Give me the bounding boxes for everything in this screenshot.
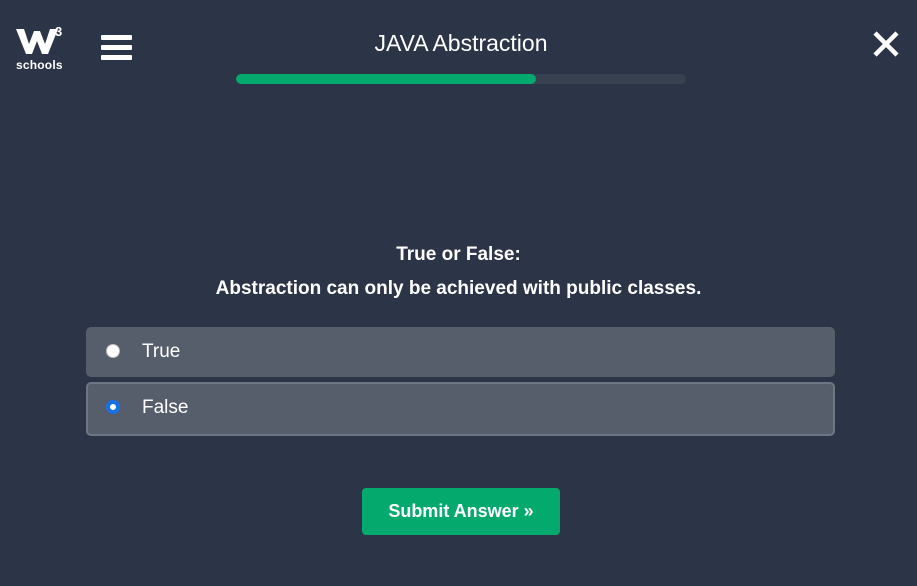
answer-option-true[interactable]: True <box>86 327 835 377</box>
question-statement: Abstraction can only be achieved with pu… <box>215 278 702 299</box>
w3schools-logo[interactable]: 3 schools <box>14 22 68 72</box>
radio-button[interactable] <box>106 400 120 414</box>
logo-text: schools <box>16 58 63 72</box>
option-label: False <box>142 397 189 418</box>
w3-logo-icon: 3 <box>16 24 62 54</box>
close-icon[interactable] <box>872 30 900 58</box>
question-type: True or False: <box>396 244 521 265</box>
radio-button[interactable] <box>106 344 120 358</box>
question-text: True or False: Abstraction can only be a… <box>0 238 917 306</box>
answer-option-false[interactable]: False <box>86 382 835 436</box>
quiz-page: 3 schools JAVA Abstraction True or False… <box>0 0 917 586</box>
submit-answer-button[interactable]: Submit Answer » <box>362 488 560 535</box>
quiz-title: JAVA Abstraction <box>374 30 548 56</box>
hamburger-menu-icon[interactable] <box>101 35 132 61</box>
logo-superscript: 3 <box>55 24 62 39</box>
quiz-progress-fill <box>236 74 537 84</box>
option-label: True <box>142 341 181 362</box>
quiz-progress-bar <box>236 74 686 84</box>
